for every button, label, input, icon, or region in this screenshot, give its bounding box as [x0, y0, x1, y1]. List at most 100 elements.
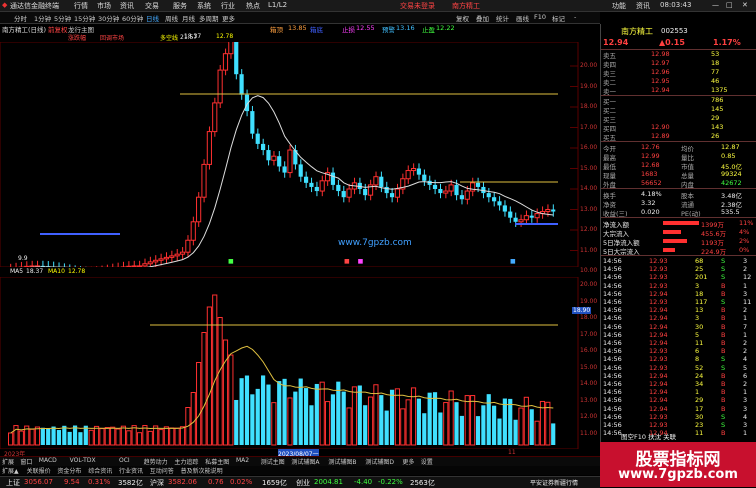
- period-4[interactable]: 30分钟: [98, 13, 119, 23]
- tool-1[interactable]: 叠加: [476, 13, 489, 23]
- period-7[interactable]: 周线: [165, 13, 178, 23]
- indicator-tab-11[interactable]: 测试辅图B: [328, 457, 356, 466]
- tick-direction: B: [721, 347, 725, 355]
- tick-row: 14:5612.9434B2: [601, 380, 756, 388]
- candle: [240, 74, 244, 95]
- period-9[interactable]: 多周期: [199, 13, 219, 23]
- volume-chart[interactable]: [0, 277, 600, 449]
- info-tab-5[interactable]: 互动问答: [150, 466, 174, 475]
- tool-2[interactable]: 统计: [496, 13, 509, 23]
- volume-bar: [471, 396, 475, 445]
- info-tab-2[interactable]: 资金分布: [57, 466, 81, 475]
- price-tick: 12.00: [580, 226, 597, 233]
- tool-3[interactable]: 画线: [516, 13, 529, 23]
- info-tab-0[interactable]: 扩展▲: [2, 466, 19, 475]
- period-8[interactable]: 月线: [182, 13, 195, 23]
- tick-time: 14:56: [603, 298, 622, 306]
- tick-row: 14:5612.9418B3: [601, 290, 756, 298]
- tick-count: 3: [743, 396, 747, 404]
- period-1[interactable]: 1分钟: [34, 13, 51, 23]
- menu-item-7[interactable]: 热点: [246, 1, 260, 11]
- tick-row: 14:5612.936B2: [601, 347, 756, 355]
- indicator-tab-2[interactable]: MACD: [39, 457, 57, 464]
- indicator-tab-14[interactable]: 设置: [421, 457, 433, 466]
- candle: [186, 240, 190, 252]
- ask-row: 卖一12.941375: [601, 86, 756, 94]
- tool-5[interactable]: 标记: [552, 13, 565, 23]
- tick-volume: 3: [695, 314, 699, 322]
- volume-tick: 13.00: [580, 397, 597, 404]
- indicator-tab-4[interactable]: OCI: [119, 457, 130, 464]
- menu-right-0[interactable]: 功能: [612, 1, 626, 11]
- tick-time: 14:56: [603, 323, 622, 331]
- minimize-icon[interactable]: —: [712, 1, 719, 9]
- menu-item-1[interactable]: 市场: [97, 1, 111, 11]
- maximize-icon[interactable]: □: [726, 1, 733, 9]
- candle: [535, 214, 539, 218]
- info-tab-6[interactable]: 普及新次能说明: [181, 466, 223, 475]
- indicator-tab-8[interactable]: MA2: [236, 457, 249, 464]
- indicator-tab-5[interactable]: 趋势动力: [144, 457, 168, 466]
- candle: [229, 42, 233, 54]
- quote-header: 南方精工 002553: [601, 24, 756, 37]
- tick-price: 12.94: [649, 372, 668, 380]
- tick-time: 14:56: [603, 314, 622, 322]
- candle: [256, 134, 260, 144]
- menu-item-0[interactable]: 行情: [74, 1, 88, 11]
- indicator-tab-10[interactable]: 测试辅图A: [291, 457, 319, 466]
- volume-bar: [406, 400, 410, 445]
- tick-price: 12.93: [649, 355, 668, 363]
- candle: [395, 189, 399, 197]
- indicator-tab-9[interactable]: 测试主图: [261, 457, 285, 466]
- volume-bar: [127, 431, 131, 445]
- indicator-tab-6[interactable]: 主力追踪: [174, 457, 198, 466]
- candle: [514, 218, 518, 222]
- close-icon[interactable]: ✕: [742, 1, 748, 9]
- login-status[interactable]: 交易未登录: [400, 1, 435, 11]
- indicator-tab-12[interactable]: 测试辅图D: [365, 457, 394, 466]
- tool-4[interactable]: F10: [534, 13, 546, 21]
- current-stock: 南方精工: [452, 1, 480, 11]
- volume-bar: [14, 426, 18, 445]
- menu-item-6[interactable]: 行业: [221, 1, 235, 11]
- menu-right-1[interactable]: 资讯: [636, 1, 650, 11]
- info-tab-1[interactable]: 关联报价: [27, 466, 51, 475]
- period-3[interactable]: 15分钟: [74, 13, 95, 23]
- candle: [315, 187, 319, 191]
- indicator-tab-7[interactable]: 私募主图: [205, 457, 229, 466]
- tick-direction: B: [721, 331, 725, 339]
- tick-row: 14:5612.9411B2: [601, 339, 756, 347]
- tick-price: 12.94: [649, 388, 668, 396]
- flow-bar: [663, 248, 675, 252]
- menu-item-8[interactable]: L1/L2: [268, 1, 287, 9]
- tick-time: 14:56: [603, 364, 622, 372]
- indicator-tab-1[interactable]: 窗口: [20, 457, 32, 466]
- period-5[interactable]: 60分钟: [122, 13, 143, 23]
- promo-banner[interactable]: 股票指标网 www.7gpzb.com: [600, 442, 756, 487]
- period-6[interactable]: 日线: [146, 13, 159, 23]
- vol-ma5-value: 18.37: [26, 268, 43, 275]
- tick-volume: 68: [695, 257, 703, 265]
- indicator-tab-3[interactable]: VOL-TDX: [70, 457, 96, 464]
- candle: [444, 191, 448, 193]
- period-2[interactable]: 5分钟: [54, 13, 71, 23]
- menu-item-4[interactable]: 服务: [173, 1, 187, 11]
- menu-item-2[interactable]: 资讯: [120, 1, 134, 11]
- period-10[interactable]: 更多: [222, 13, 235, 23]
- cy-change: -4.40: [354, 478, 372, 486]
- menu-item-3[interactable]: 交易: [145, 1, 159, 11]
- tick-row: 14:5612.933B1: [601, 282, 756, 290]
- indicator-tab-13[interactable]: 更多: [402, 457, 414, 466]
- sz-change: 0.76: [208, 478, 224, 486]
- indicator-tab-0[interactable]: 扩展: [2, 457, 14, 466]
- price-chart[interactable]: [0, 42, 600, 267]
- period-0[interactable]: 分时: [14, 13, 27, 23]
- tick-price: 12.93: [649, 347, 668, 355]
- tool-6[interactable]: -: [574, 13, 576, 21]
- info-tab-3[interactable]: 综合资讯: [88, 466, 112, 475]
- menu-item-5[interactable]: 系统: [197, 1, 211, 11]
- info-tab-4[interactable]: 行业资讯: [119, 466, 143, 475]
- ask-row: 卖四12.9718: [601, 59, 756, 67]
- candle: [342, 191, 346, 197]
- tool-0[interactable]: 复权: [456, 13, 469, 23]
